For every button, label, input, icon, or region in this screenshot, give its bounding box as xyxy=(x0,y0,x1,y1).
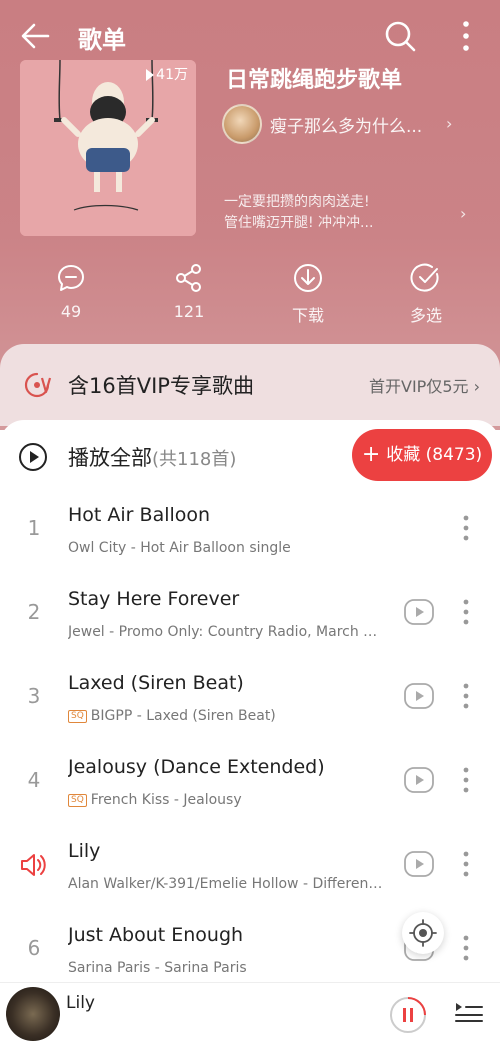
chevron-right-icon: › xyxy=(473,377,480,396)
description-line-2: 管住嘴迈开腿! 冲冲冲... xyxy=(224,215,374,231)
back-arrow-icon[interactable] xyxy=(18,18,54,54)
share-icon xyxy=(176,264,201,292)
sq-badge: SQ xyxy=(68,794,87,807)
playlist-queue-icon[interactable] xyxy=(454,999,484,1023)
mv-play-icon[interactable] xyxy=(403,766,435,794)
description-chevron-icon: › xyxy=(460,204,467,223)
song-meta: Owl City - Hot Air Balloon single xyxy=(68,540,291,556)
song-title: Hot Air Balloon xyxy=(68,504,211,526)
now-playing-album-art[interactable] xyxy=(6,987,60,1041)
song-meta-text: BIGPP - Laxed (Siren Beat) xyxy=(90,708,276,724)
song-index: 6 xyxy=(27,936,41,960)
vip-cta[interactable]: 首开VIP仅5元 › xyxy=(369,373,480,397)
song-more-icon[interactable] xyxy=(458,762,474,798)
multiselect-button[interactable]: 多选 xyxy=(386,262,466,332)
song-index: 3 xyxy=(27,684,41,708)
song-meta: Jewel - Promo Only: Country Radio, March… xyxy=(68,624,386,640)
download-icon xyxy=(294,264,322,292)
playlist-cover[interactable]: 41万 xyxy=(20,60,196,236)
comment-count: 49 xyxy=(60,302,82,321)
song-title: Lily xyxy=(68,840,101,862)
song-more-icon[interactable] xyxy=(458,594,474,630)
song-title: Laxed (Siren Beat) xyxy=(68,672,244,694)
song-title: Stay Here Forever xyxy=(68,588,240,610)
song-row-playing[interactable]: Lily Alan Walker/K-391/Emelie Hollow - D… xyxy=(0,824,500,908)
description-line-1: 一定要把攒的肉肉送走! xyxy=(224,194,370,210)
song-index: 4 xyxy=(27,768,41,792)
collect-button[interactable]: + 收藏 (8473) xyxy=(352,429,492,481)
creator-name[interactable]: 瘦子那么多为什么... xyxy=(270,112,422,137)
plus-icon: + xyxy=(361,442,381,467)
mv-play-icon[interactable] xyxy=(403,850,435,878)
more-vertical-icon[interactable] xyxy=(452,18,480,54)
song-index: 1 xyxy=(27,516,41,540)
download-label: 下载 xyxy=(291,306,324,325)
play-circle-icon[interactable] xyxy=(18,442,48,472)
song-meta: Alan Walker/K-391/Emelie Hollow - Differ… xyxy=(68,876,386,892)
share-count: 121 xyxy=(173,302,205,321)
song-more-icon[interactable] xyxy=(458,930,474,966)
song-meta-text: French Kiss - Jealousy xyxy=(90,792,242,808)
vip-cta-label: 首开VIP仅5元 xyxy=(369,377,469,396)
cover-illustration xyxy=(20,60,196,236)
song-row[interactable]: 3 Laxed (Siren Beat) SQ BIGPP - Laxed (Si… xyxy=(0,656,500,740)
page-title: 歌单 xyxy=(78,26,126,54)
song-title: Just About Enough xyxy=(68,924,244,946)
play-count-icon xyxy=(146,69,155,81)
chevron-right-icon: › xyxy=(446,114,453,133)
song-index: 2 xyxy=(27,600,41,624)
sq-badge: SQ xyxy=(68,710,87,723)
song-more-icon[interactable] xyxy=(458,846,474,882)
song-count: (共118首) xyxy=(152,449,237,470)
song-row[interactable]: 1 Hot Air Balloon Owl City - Hot Air Bal… xyxy=(0,488,500,572)
vip-banner[interactable]: 含16首VIP专享歌曲 首开VIP仅5元 › xyxy=(0,344,500,426)
multiselect-label: 多选 xyxy=(409,306,442,325)
song-meta: SQ BIGPP - Laxed (Siren Beat) xyxy=(68,708,386,724)
vip-songs-text: 含16首VIP专享歌曲 xyxy=(68,374,254,398)
search-icon[interactable] xyxy=(382,18,418,54)
play-all-label[interactable]: 播放全部(共118首) xyxy=(68,442,236,472)
mv-play-icon[interactable] xyxy=(403,598,435,626)
locate-current-button[interactable] xyxy=(402,912,444,954)
song-title: Jealousy (Dance Extended) xyxy=(68,756,325,778)
action-bar: 49 121 下载 多选 xyxy=(0,262,500,332)
play-all-text: 播放全部 xyxy=(68,446,152,470)
now-playing-title[interactable]: Lily xyxy=(66,993,95,1013)
collect-label: 收藏 (8473) xyxy=(386,445,483,465)
comment-button[interactable]: 49 xyxy=(31,262,111,332)
creator-avatar[interactable] xyxy=(222,104,262,144)
playlist-description[interactable]: 一定要把攒的肉肉送走! 管住嘴迈开腿! 冲冲冲... xyxy=(224,192,444,234)
play-count: 41万 xyxy=(146,64,188,84)
multiselect-icon xyxy=(410,263,439,292)
speaker-icon xyxy=(21,854,46,876)
locate-icon xyxy=(409,919,437,947)
song-more-icon[interactable] xyxy=(458,678,474,714)
download-button[interactable]: 下载 xyxy=(268,262,348,332)
song-meta: SQ French Kiss - Jealousy xyxy=(68,792,386,808)
song-more-icon[interactable] xyxy=(458,510,474,546)
comment-icon xyxy=(58,265,84,291)
mv-play-icon[interactable] xyxy=(403,682,435,710)
vip-icon xyxy=(24,372,52,398)
creator-row[interactable]: 瘦子那么多为什么... › xyxy=(222,102,462,144)
pause-icon[interactable] xyxy=(388,995,428,1035)
song-row[interactable]: 2 Stay Here Forever Jewel - Promo Only: … xyxy=(0,572,500,656)
share-button[interactable]: 121 xyxy=(149,262,229,332)
playlist-title: 日常跳绳跑步歌单 xyxy=(226,68,403,93)
song-row[interactable]: 4 Jealousy (Dance Extended) SQ French Kis… xyxy=(0,740,500,824)
play-count-value: 41万 xyxy=(156,67,188,83)
mini-player[interactable]: Lily xyxy=(0,982,500,1041)
play-all-row[interactable]: 播放全部(共118首) + 收藏 (8473) xyxy=(0,420,500,490)
song-meta: Sarina Paris - Sarina Paris xyxy=(68,960,247,976)
